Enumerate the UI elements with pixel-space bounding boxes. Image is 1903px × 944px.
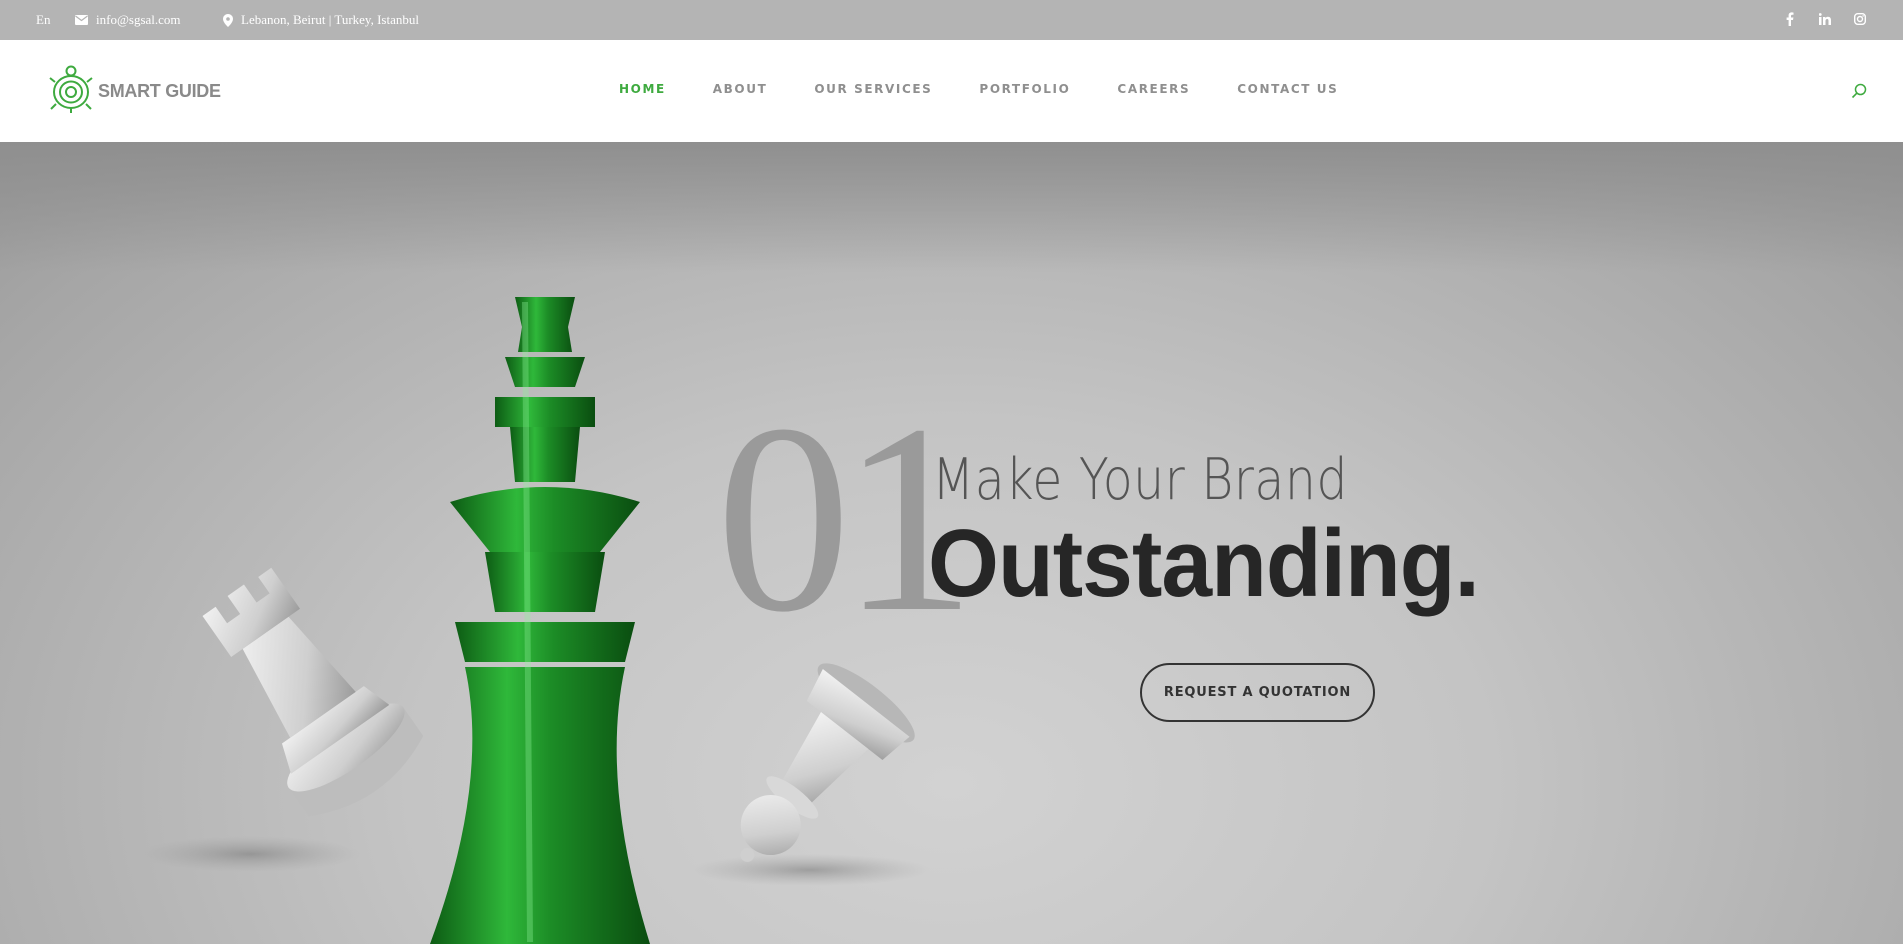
search-button[interactable]	[1851, 83, 1867, 99]
nav-item-about[interactable]: ABOUT	[713, 82, 768, 96]
turtle-logo-icon	[48, 64, 94, 119]
mail-icon	[75, 15, 88, 25]
main-nav: HOME ABOUT OUR SERVICES PORTFOLIO CAREER…	[619, 82, 1385, 96]
nav-item-our-services[interactable]: OUR SERVICES	[814, 82, 932, 96]
request-quotation-button[interactable]: REQUEST A QUOTATION	[1140, 663, 1375, 722]
facebook-icon[interactable]	[1782, 11, 1797, 26]
hero-slider: 01 Make Your Brand Outstanding. REQUEST …	[0, 142, 1903, 944]
email-link[interactable]: info@sgsal.com	[75, 12, 181, 28]
location-pin-icon	[223, 13, 233, 27]
instagram-icon[interactable]	[1852, 11, 1867, 26]
location-info: Lebanon, Beirut | Turkey, Istanbul	[223, 12, 419, 28]
logo-text: SMART GUIDE	[98, 81, 221, 101]
search-icon	[1851, 83, 1867, 103]
linkedin-icon[interactable]	[1817, 11, 1832, 26]
chess-king-icon	[430, 297, 650, 944]
social-links	[1782, 11, 1867, 26]
top-bar: En info@sgsal.com Lebanon, Beirut | Turk…	[0, 0, 1903, 40]
hero-headline-line1: Make Your Brand	[932, 447, 1348, 513]
nav-item-careers[interactable]: CAREERS	[1117, 82, 1190, 96]
hero-headline-line2: Outstanding.	[928, 510, 1480, 617]
language-label: En	[36, 12, 51, 27]
main-header: SMART GUIDE HOME ABOUT OUR SERVICES PORT…	[0, 40, 1903, 142]
location-text: Lebanon, Beirut | Turkey, Istanbul	[241, 12, 419, 27]
logo[interactable]: SMART GUIDE	[48, 64, 221, 119]
nav-item-home[interactable]: HOME	[619, 82, 666, 96]
email-text: info@sgsal.com	[96, 12, 181, 27]
nav-item-portfolio[interactable]: PORTFOLIO	[979, 82, 1070, 96]
nav-item-contact-us[interactable]: CONTACT US	[1237, 82, 1338, 96]
language-switcher[interactable]: En	[36, 12, 50, 28]
chess-rook-icon	[202, 567, 424, 817]
